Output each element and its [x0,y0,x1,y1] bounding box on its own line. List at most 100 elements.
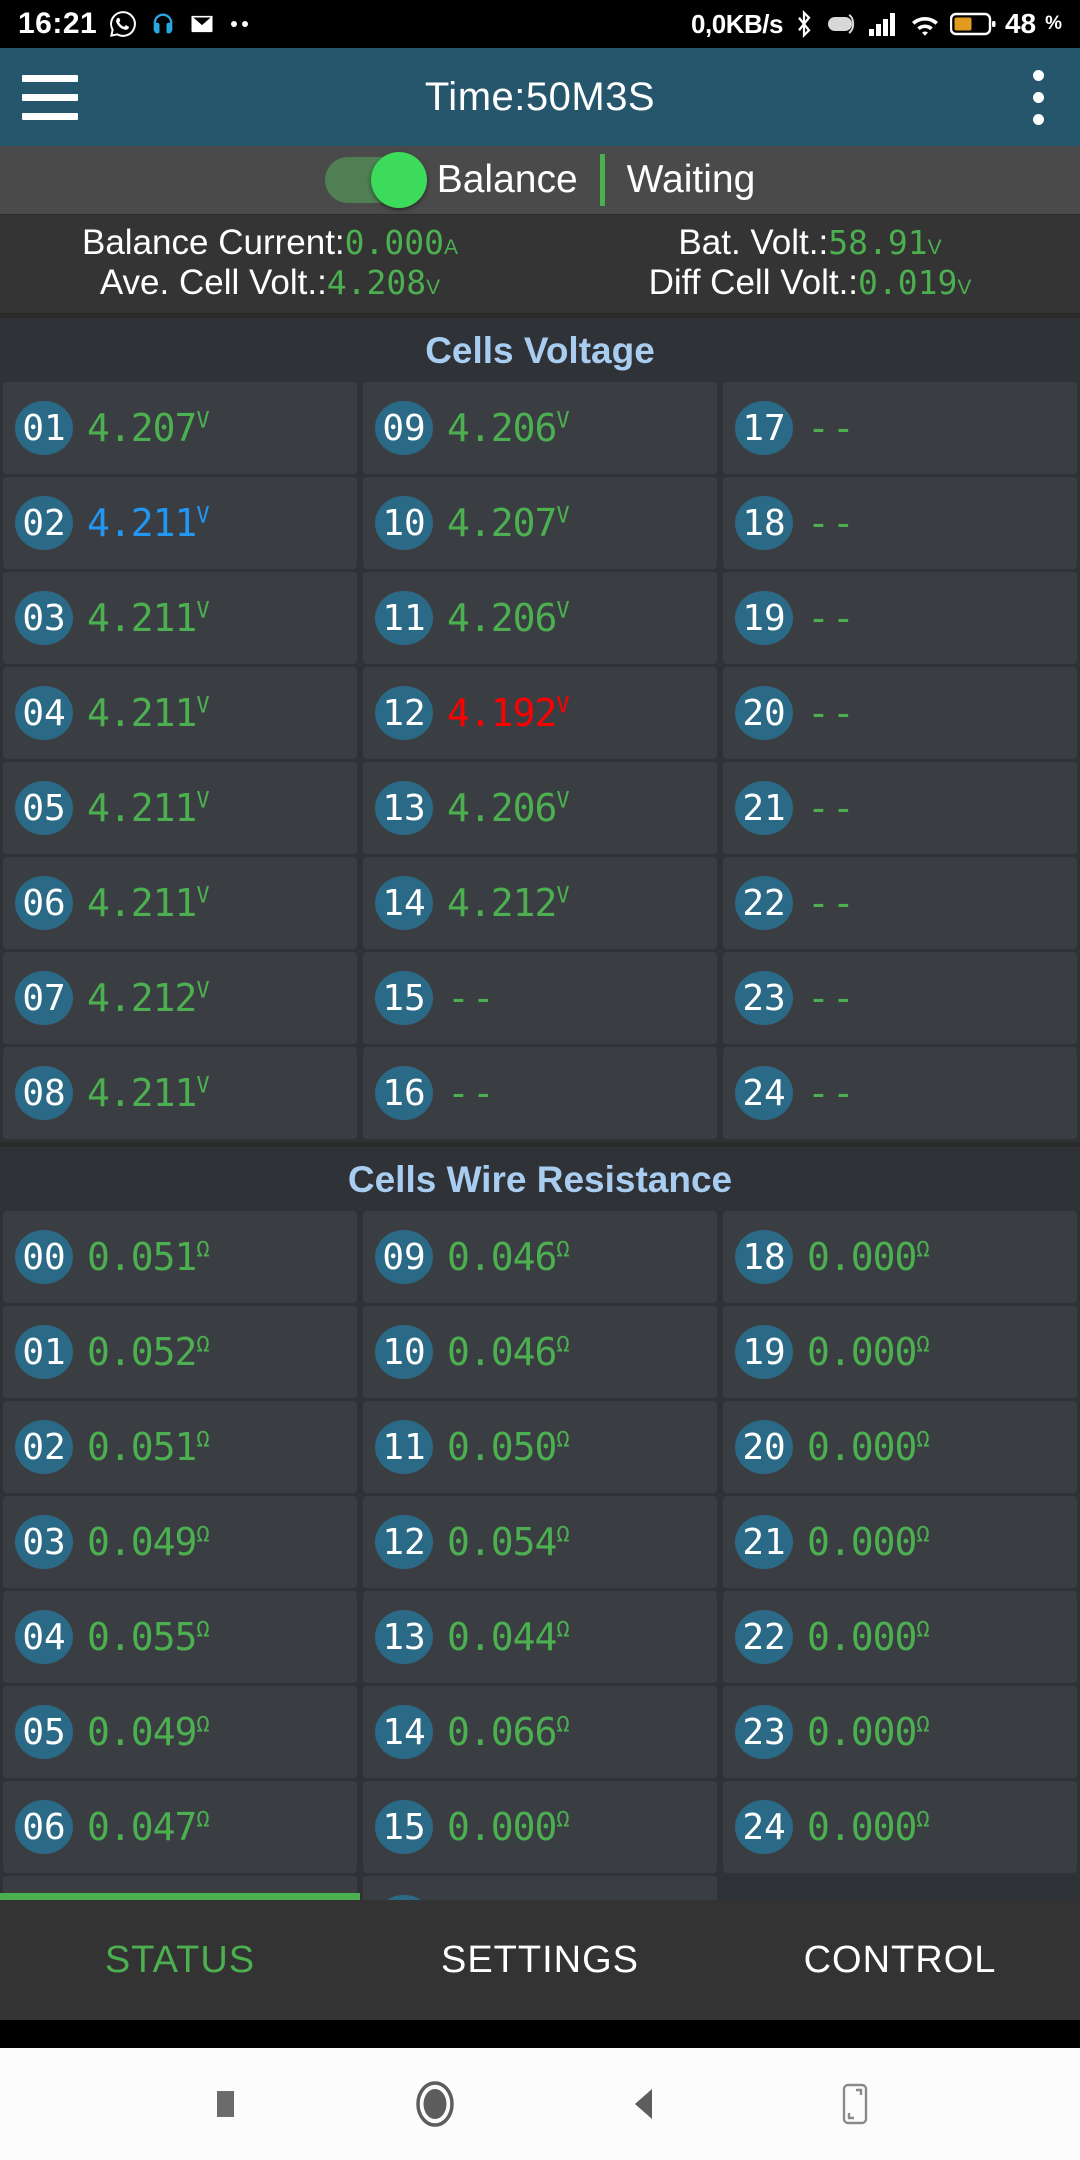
wire-resistance-row[interactable]: 19 0.000Ω [723,1306,1077,1398]
cell-voltage-row[interactable]: 03 4.211V [3,572,357,664]
cell-voltage-row[interactable]: 21 -- [723,762,1077,854]
wire-resistance-row[interactable]: 01 0.052Ω [3,1306,357,1398]
cell-voltage-row[interactable]: 01 4.207V [3,382,357,474]
wire-resistance-row[interactable]: 06 0.047Ω [3,1781,357,1873]
wire-resistance-value: 0.000Ω [807,1615,930,1659]
tab-control[interactable]: CONTROL [720,1939,1080,1982]
cell-voltage-row[interactable]: 23 -- [723,952,1077,1044]
tab-status[interactable]: STATUS [0,1939,360,1982]
cell-voltage-value: 4.212V [447,881,570,925]
summary-item-diff-cell-volt: Diff Cell Volt.: 0.019 V [540,263,1080,303]
tab-settings[interactable]: SETTINGS [360,1939,720,1982]
unit-label: V [196,408,209,434]
cell-voltage-row[interactable]: 05 4.211V [3,762,357,854]
cell-voltage-row[interactable]: 19 -- [723,572,1077,664]
cell-index-badge: 01 [15,401,73,455]
cell-voltage-row[interactable]: 10 4.207V [363,477,717,569]
wire-resistance-row[interactable]: 10 0.046Ω [363,1306,717,1398]
cell-voltage-row[interactable]: 13 4.206V [363,762,717,854]
wire-resistance-row[interactable]: 15 0.000Ω [363,1781,717,1873]
cell-voltage-row[interactable]: 06 4.211V [3,857,357,949]
wire-resistance-row[interactable]: 05 0.049Ω [3,1686,357,1778]
cell-voltage-row[interactable]: 12 4.192V [363,667,717,759]
cell-voltage-row[interactable]: 24 -- [723,1047,1077,1139]
wire-resistance-row[interactable]: 22 0.000Ω [723,1591,1077,1683]
balance-toggle[interactable] [324,152,427,208]
summary-unit: V [426,276,441,299]
cell-voltage-row[interactable]: 04 4.211V [3,667,357,759]
cell-voltage-value: 4.207V [87,406,210,450]
cell-voltage-value: -- [807,881,857,925]
cell-index-badge: 14 [375,876,433,930]
wifi-icon [909,11,941,37]
unit-label: V [196,598,209,624]
android-navigation-bar [0,2048,1080,2160]
cells-voltage-grid: 01 4.207V 02 4.211V 03 4.211V 04 4.211V 05 4.211V… [0,382,1080,1142]
kebab-menu-icon[interactable] [1033,69,1044,125]
square-recents-icon[interactable] [170,2049,280,2159]
network-speed-label: 0,0KB/s [691,8,783,39]
cell-index-badge: 20 [735,1420,793,1474]
wire-resistance-row[interactable]: 14 0.066Ω [363,1686,717,1778]
cellular-signal-icon [868,11,900,37]
wire-resistance-row[interactable]: 23 0.000Ω [723,1686,1077,1778]
cell-index-badge: 13 [375,781,433,835]
cell-voltage-row[interactable]: 16 -- [363,1047,717,1139]
cell-index-badge: 01 [15,1325,73,1379]
cell-voltage-value: -- [807,786,857,830]
cells-wire-resistance-title: Cells Wire Resistance [347,1159,733,1200]
wire-resistance-row[interactable]: 21 0.000Ω [723,1496,1077,1588]
unit-label: Ω [196,1807,209,1833]
cell-index-badge: 05 [15,1705,73,1759]
cell-voltage-row[interactable]: 09 4.206V [363,382,717,474]
wire-resistance-row[interactable]: 12 0.054Ω [363,1496,717,1588]
cell-index-badge: 13 [375,1610,433,1664]
cell-index-badge: 19 [735,591,793,645]
summary-unit: A [443,236,458,259]
wire-resistance-value: 0.055Ω [87,1615,210,1659]
cell-voltage-row[interactable]: 18 -- [723,477,1077,569]
cell-voltage-value: 4.211V [87,786,210,830]
cell-voltage-value: -- [807,976,857,1020]
triangle-back-icon[interactable] [590,2049,700,2159]
wire-resistance-row[interactable]: 04 0.055Ω [3,1591,357,1683]
cell-voltage-value: -- [807,1071,857,1115]
summary-label: Bat. Volt.: [678,223,829,262]
cell-voltage-row[interactable]: 15 -- [363,952,717,1044]
wire-resistance-value: 0.051Ω [87,1235,210,1279]
cell-index-badge: 24 [735,1800,793,1854]
cell-voltage-row[interactable]: 20 -- [723,667,1077,759]
summary-value: 58.91 [828,223,928,262]
cell-voltage-row[interactable]: 08 4.211V [3,1047,357,1139]
cell-voltage-row[interactable]: 07 4.212V [3,952,357,1044]
cell-index-badge: 11 [375,591,433,645]
cell-voltage-row[interactable]: 11 4.206V [363,572,717,664]
wire-resistance-row[interactable]: 11 0.050Ω [363,1401,717,1493]
wire-resistance-row[interactable]: 13 0.044Ω [363,1591,717,1683]
cell-voltage-row[interactable]: 17 -- [723,382,1077,474]
cell-voltage-row[interactable]: 14 4.212V [363,857,717,949]
wire-resistance-value: 0.051Ω [87,1425,210,1469]
app-bar-title: Time:50M3S [424,74,656,119]
split-screen-icon[interactable] [800,2049,910,2159]
cell-index-badge: 12 [375,686,433,740]
cell-voltage-row[interactable]: 22 -- [723,857,1077,949]
cell-voltage-row[interactable]: 02 4.211V [3,477,357,569]
unit-label: Ω [556,1332,569,1358]
wire-resistance-row[interactable]: 09 0.046Ω [363,1211,717,1303]
wire-resistance-row[interactable]: 03 0.049Ω [3,1496,357,1588]
cell-voltage-value: 4.211V [87,691,210,735]
tabbar-gap [0,2020,1080,2048]
wire-resistance-row[interactable]: 20 0.000Ω [723,1401,1077,1493]
cell-voltage-value: 4.211V [87,501,210,545]
wire-resistance-value: 0.044Ω [447,1615,570,1659]
circle-home-icon[interactable] [380,2049,490,2159]
unit-label: V [556,503,569,529]
cell-index-badge: 03 [15,1515,73,1569]
wire-resistance-row[interactable]: 24 0.000Ω [723,1781,1077,1873]
bluetooth-icon [792,9,816,39]
status-bar-right: 0,0KB/s 48 % [691,8,1062,40]
wire-resistance-row[interactable]: 02 0.051Ω [3,1401,357,1493]
wire-resistance-row[interactable]: 00 0.051Ω [3,1211,357,1303]
wire-resistance-row[interactable]: 18 0.000Ω [723,1211,1077,1303]
